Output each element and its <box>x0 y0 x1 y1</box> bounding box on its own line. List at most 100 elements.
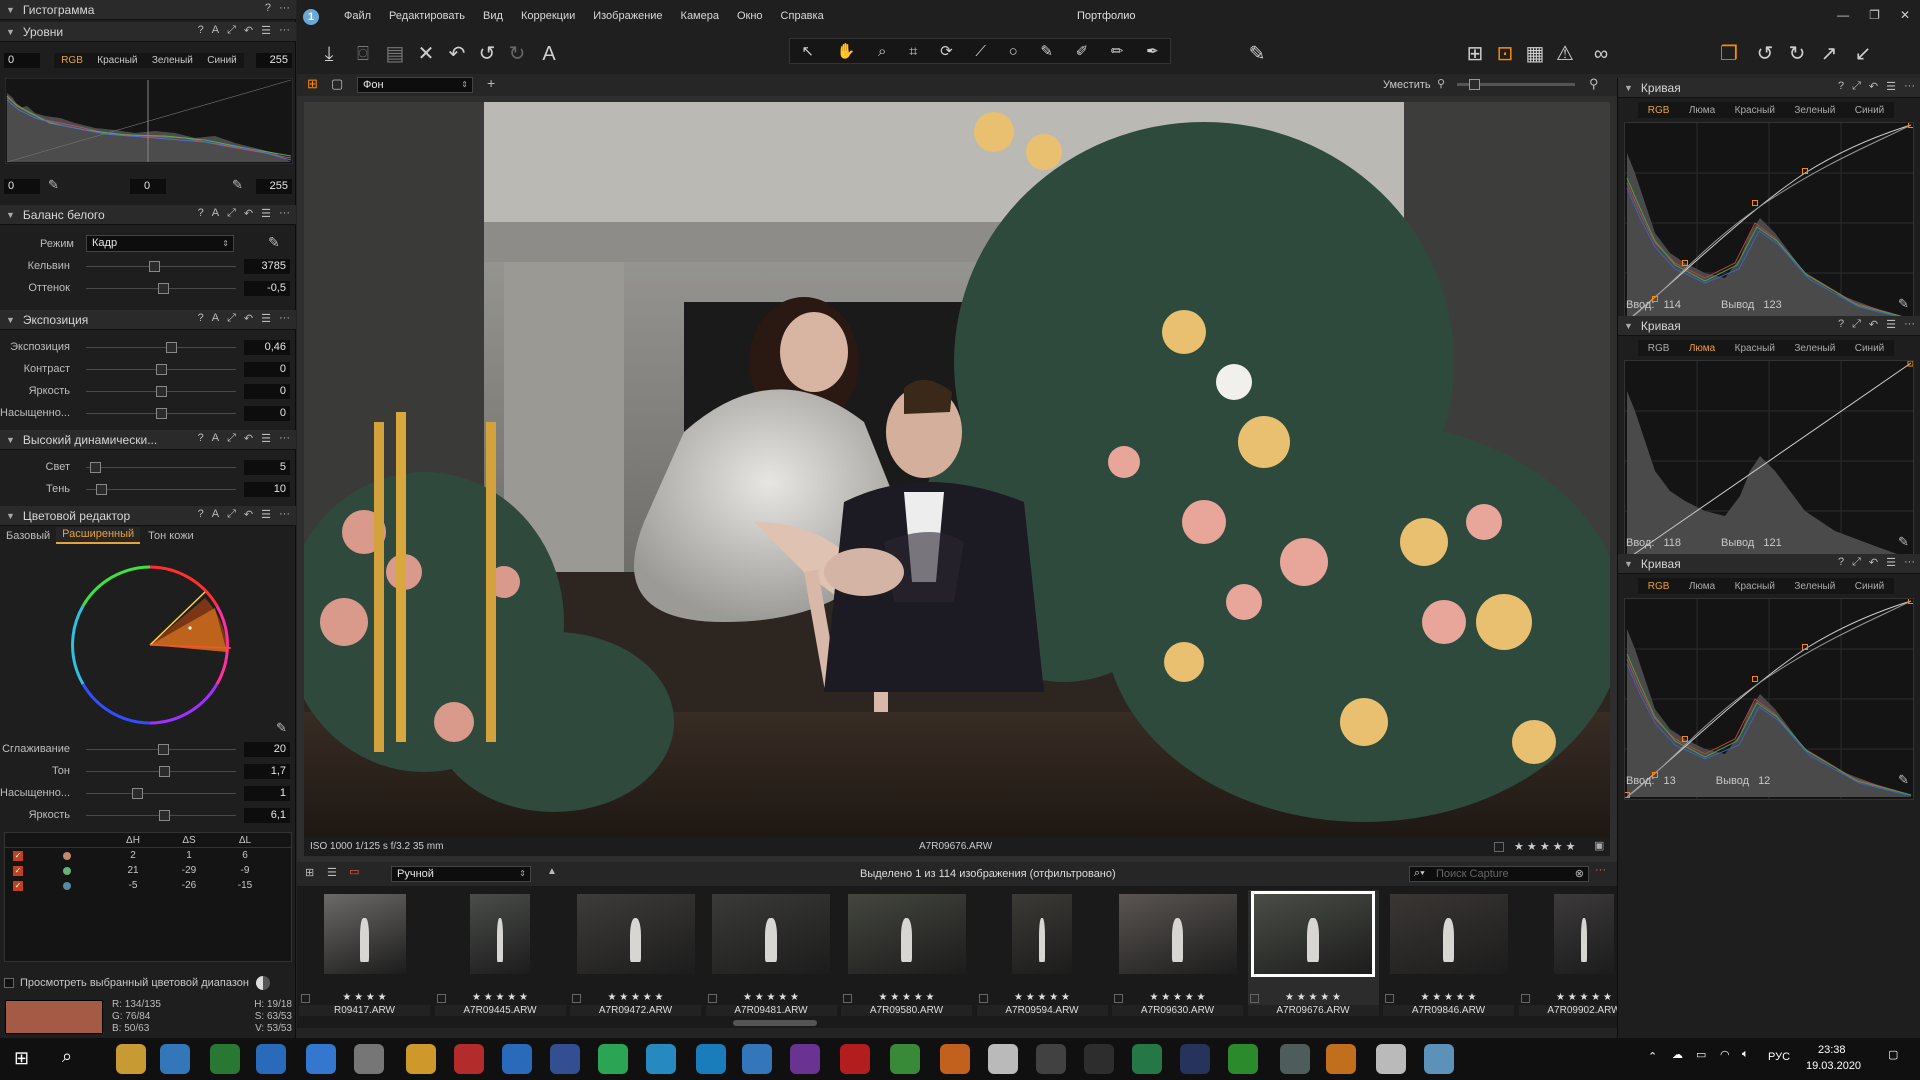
contrast-knob[interactable] <box>156 363 167 375</box>
notes-icon[interactable] <box>1280 1044 1310 1074</box>
capture-one-icon[interactable] <box>988 1044 1018 1074</box>
thumb-rating[interactable]: ★ ★ ★ ★ ★ <box>570 992 701 1003</box>
curve-tab[interactable]: Красный <box>1735 581 1775 592</box>
thumb-rating[interactable]: ★ ★ ★ ★ ★ <box>706 992 837 1003</box>
whatsapp-icon[interactable] <box>598 1044 628 1074</box>
film-thumbnail[interactable]: ★ ★ ★ ★ ★ A7R09481.ARW <box>705 890 837 1016</box>
app-logo-icon[interactable]: 1 <box>303 9 319 25</box>
zoom-slider[interactable] <box>1457 79 1575 90</box>
tint-value[interactable]: -0,5 <box>244 280 290 296</box>
curve-graph[interactable] <box>1624 360 1914 562</box>
reset-icon[interactable]: ↶ <box>1869 318 1878 331</box>
saturation-track[interactable] <box>86 407 236 419</box>
curve-header[interactable]: ▼ Кривая? ⤢ ↶ ☰ ··· <box>1618 554 1920 574</box>
zoom-knob[interactable] <box>1469 79 1480 90</box>
rotate-right-icon[interactable]: ↻ <box>1783 40 1811 68</box>
curve-tab[interactable]: Красный <box>1735 105 1775 116</box>
brush-tool-icon[interactable]: ✎ <box>1040 42 1053 60</box>
preview-checkbox[interactable] <box>4 978 14 988</box>
filter-more-icon[interactable]: ··· <box>1595 864 1606 876</box>
curve-picker-icon[interactable]: ✎ <box>1898 296 1909 312</box>
clock-time[interactable]: 23:38 <box>1818 1044 1846 1056</box>
owl-icon[interactable] <box>1132 1044 1162 1074</box>
ce-saturation-track[interactable] <box>86 787 236 799</box>
hue-slider-row[interactable]: Тон 1,7 <box>0 762 296 780</box>
menu-item[interactable]: Окно <box>728 10 772 22</box>
menu-item[interactable]: Камера <box>672 10 728 22</box>
hand-tool-icon[interactable]: ✋ <box>837 42 856 60</box>
levels-tab-blue[interactable]: Синий <box>207 55 237 66</box>
thumbnail-image[interactable] <box>576 894 695 974</box>
taskbar-search-icon[interactable]: ⌕ <box>62 1046 72 1067</box>
ce-saturation-value[interactable]: 1 <box>244 785 290 801</box>
single-view-icon[interactable]: ▢ <box>331 76 343 92</box>
expand-icon[interactable]: ⤢ <box>1852 556 1861 569</box>
color-tag-icon[interactable]: ▣ <box>1594 839 1604 852</box>
todo-icon[interactable] <box>306 1044 336 1074</box>
highlight-track[interactable] <box>86 461 236 473</box>
help-icon[interactable]: ? <box>198 508 204 521</box>
highlight-knob[interactable] <box>90 461 101 473</box>
kelvin-value[interactable]: 3785 <box>244 258 290 274</box>
collapse-icon[interactable]: ▼ <box>1624 559 1633 569</box>
thumbnail-image[interactable] <box>847 894 966 974</box>
wb-mode-select[interactable]: Кадр ⇕ <box>86 235 234 252</box>
filmstrip-scrollbar[interactable] <box>297 1018 1617 1028</box>
shadow-track[interactable] <box>86 483 236 495</box>
camera-app-icon[interactable] <box>1036 1044 1066 1074</box>
levels-output-left[interactable]: 0 <box>4 179 40 194</box>
tab-advanced[interactable]: Расширенный <box>56 527 141 544</box>
expand-icon[interactable]: ⤢ <box>227 24 236 37</box>
pinterest-icon[interactable] <box>840 1044 870 1074</box>
curve-input-value[interactable]: 118 <box>1663 537 1681 549</box>
ce-saturation-slider-row[interactable]: Насыщенно... 1 <box>0 784 296 802</box>
toggle-icon[interactable] <box>256 976 270 990</box>
film-thumbnail[interactable]: ★ ★ ★ ★ ★ A7R09472.ARW <box>570 890 701 1016</box>
brightness-knob[interactable] <box>156 385 167 397</box>
saturation-value[interactable]: 0 <box>244 405 290 421</box>
more-icon[interactable]: ··· <box>279 312 290 325</box>
reset-icon[interactable]: ↶ <box>244 24 253 37</box>
ce-brightness-slider-row[interactable]: Яркость 6,1 <box>0 806 296 824</box>
levels-histogram[interactable] <box>5 78 293 164</box>
thumbnail-image[interactable] <box>470 894 530 974</box>
tool-icon[interactable] <box>1084 1044 1114 1074</box>
camera-icon[interactable]: ⌼ <box>349 40 377 68</box>
help-icon[interactable]: ? <box>1838 556 1844 569</box>
loupe-tool-icon[interactable]: ⌕ <box>878 43 886 60</box>
collapse-icon[interactable]: ▼ <box>6 27 15 37</box>
smoothing-value[interactable]: 20 <box>244 741 290 757</box>
curve-picker-icon[interactable]: ✎ <box>1898 534 1909 550</box>
maximize-icon[interactable]: ❐ <box>1869 8 1880 22</box>
edit-mode-icon[interactable]: ⊡ <box>1491 40 1519 68</box>
exposure-value[interactable]: 0,46 <box>244 339 290 355</box>
levels-input-left[interactable]: 0 <box>4 53 40 68</box>
layer-select[interactable]: Фон ⇕ <box>357 77 473 93</box>
expand-icon[interactable]: ⤢ <box>227 312 236 325</box>
thumb-rating[interactable]: ★ ★ ★ ★ ★ <box>977 992 1108 1003</box>
exposure-track[interactable] <box>86 341 236 353</box>
contrast-value[interactable]: 0 <box>244 361 290 377</box>
film-thumbnail[interactable]: ★ ★ ★ ★ R09417.ARW <box>299 890 430 1016</box>
white-balance-header[interactable]: ▼ Баланс белого ? A ⤢ ↶ ☰ ··· <box>0 205 296 225</box>
smoothing-track[interactable] <box>86 743 236 755</box>
close-icon[interactable]: ✕ <box>1900 8 1910 22</box>
menu-icon[interactable]: ☰ <box>261 24 271 37</box>
thumb-rating[interactable]: ★ ★ ★ ★ <box>299 992 430 1003</box>
highlight-value[interactable]: 5 <box>244 459 290 475</box>
curve-tab[interactable]: RGB <box>1648 343 1670 354</box>
curve-tab[interactable]: Люма <box>1689 105 1715 116</box>
shadow-slider-row[interactable]: Тень 10 <box>0 480 296 498</box>
shadow-knob[interactable] <box>96 483 107 495</box>
ce-brightness-knob[interactable] <box>159 809 170 821</box>
curve-tab[interactable]: Зеленый <box>1794 581 1835 592</box>
eyedropper-icon[interactable]: ✎ <box>48 177 59 193</box>
curve-tab[interactable]: Зеленый <box>1794 105 1835 116</box>
sort-select[interactable]: Ручной ⇕ <box>391 866 531 882</box>
table-row[interactable]: ✓ 2 1 6 <box>5 848 291 863</box>
auto-icon[interactable]: A <box>212 24 219 37</box>
firefox-icon[interactable] <box>940 1044 970 1074</box>
ce-saturation-knob[interactable] <box>132 787 143 799</box>
kelvin-slider-row[interactable]: Кельвин 3785 <box>0 257 296 275</box>
menu-icon[interactable]: ☰ <box>1886 80 1896 93</box>
